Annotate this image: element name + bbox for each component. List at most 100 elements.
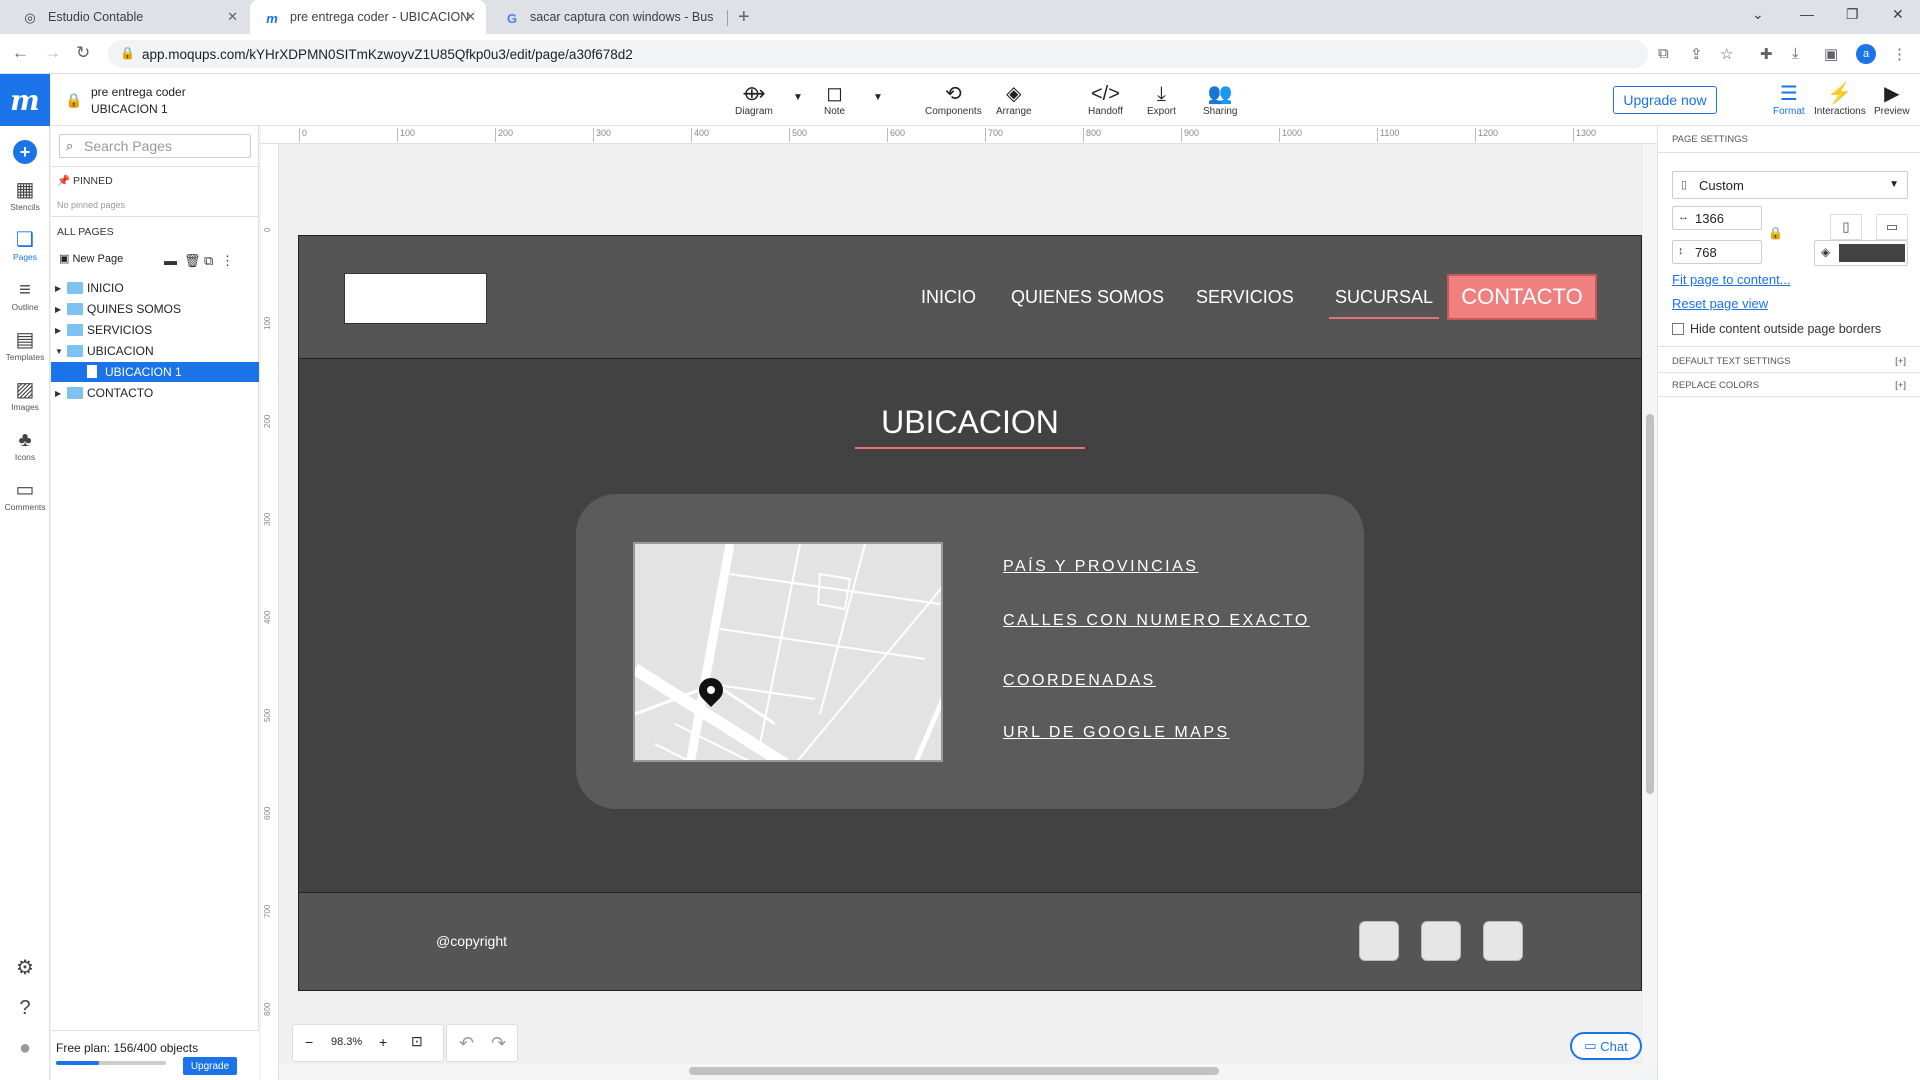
tree-item-quines-somos[interactable]: ▶ QUINES SOMOS <box>51 299 259 319</box>
menu-dots-icon[interactable]: ⋮ <box>1892 45 1907 63</box>
chat-button[interactable]: ▭ Chat <box>1570 1032 1642 1060</box>
reset-page-view-link[interactable]: Reset page view <box>1672 296 1768 311</box>
new-folder-icon[interactable]: ▬ <box>164 253 177 268</box>
restore-icon[interactable]: ❐ <box>1846 6 1859 23</box>
rail-stencils[interactable]: ▦ Stencils <box>0 178 50 212</box>
new-page-button[interactable]: ▣ New Page <box>59 252 123 265</box>
scroll-thumb[interactable] <box>1646 414 1654 794</box>
moqups-logo[interactable]: m <box>0 74 50 126</box>
rail-pages[interactable]: ❏ Pages <box>0 228 50 262</box>
reload-icon[interactable]: ↻ <box>76 43 90 63</box>
fit-screen-icon[interactable]: ⊡ <box>411 1033 423 1050</box>
more-icon[interactable]: ⋮ <box>221 253 234 269</box>
social-image-icon[interactable] <box>1359 921 1399 961</box>
url-field[interactable]: 🔒 app.moqups.com/kYHrXDPMN0SITmKzwoyvZ1U… <box>108 40 1648 68</box>
search-pages-input[interactable]: ⌕ Search Pages <box>59 134 251 158</box>
new-tab-plus-icon[interactable]: + <box>738 6 750 29</box>
profile-avatar[interactable]: a <box>1856 44 1876 64</box>
user-avatar[interactable]: ● <box>0 1036 50 1060</box>
components-tool[interactable]: ⟲ Components <box>925 82 982 117</box>
arrange-tool[interactable]: ◈ Arrange <box>996 82 1032 117</box>
extensions-icon[interactable]: ✚ <box>1760 45 1773 63</box>
share-icon[interactable]: ⇪ <box>1690 45 1703 63</box>
lock-icon[interactable]: 🔒 <box>65 92 82 109</box>
close-icon[interactable]: ✕ <box>465 9 476 25</box>
nav-quienes-somos[interactable]: QUIENES SOMOS <box>1011 287 1164 308</box>
expand-arrow-icon[interactable]: ▶ <box>55 326 61 335</box>
nav-inicio[interactable]: INICIO <box>921 287 976 308</box>
zoom-in-button[interactable]: + <box>379 1034 387 1050</box>
background-color-picker[interactable]: ◈ <box>1814 240 1908 266</box>
help-button[interactable]: ? <box>0 996 50 1020</box>
sidepanel-icon[interactable]: ▣ <box>1824 45 1838 63</box>
mockup-footer[interactable]: @copyright <box>299 892 1641 990</box>
upgrade-button[interactable]: Upgrade <box>183 1057 237 1075</box>
expand-arrow-icon[interactable]: ▶ <box>55 389 61 398</box>
chevron-down-icon[interactable]: ▼ <box>873 92 883 103</box>
translate-icon[interactable]: ⧉ <box>1658 45 1669 62</box>
browser-tab[interactable]: ◎ Estudio Contable ✕ <box>8 0 248 34</box>
rail-comments[interactable]: ▭ Comments <box>0 478 50 512</box>
interactions-tab[interactable]: ⚡ Interactions <box>1814 82 1866 117</box>
chevron-down-icon[interactable]: ▼ <box>793 92 803 103</box>
vertical-scrollbar[interactable] <box>1643 144 1657 1066</box>
preview-tab[interactable]: ▶ Preview <box>1874 82 1910 117</box>
browser-tab-active[interactable]: m pre entrega coder - UBICACION ✕ <box>250 0 486 34</box>
section-title[interactable]: UBICACION <box>855 404 1085 449</box>
tree-item-inicio[interactable]: ▶ INICIO <box>51 278 259 298</box>
hide-outside-checkbox[interactable]: Hide content outside page borders <box>1672 322 1881 336</box>
collapse-arrow-icon[interactable]: ▼ <box>55 347 63 356</box>
copyright-text[interactable]: @copyright <box>436 933 507 949</box>
page-size-select[interactable]: ▯ Custom ▼ <box>1672 171 1908 199</box>
sharing-tool[interactable]: 👥 Sharing <box>1203 82 1237 117</box>
rail-templates[interactable]: ▤ Templates <box>0 328 50 362</box>
format-tab[interactable]: ☰ Format <box>1773 82 1805 117</box>
redo-icon[interactable]: ↷ <box>491 1033 506 1054</box>
tree-item-ubicacion-1[interactable]: UBICACION 1 <box>51 362 259 382</box>
diagram-tool[interactable]: ⟴ Diagram <box>735 82 773 117</box>
contact-button[interactable]: CONTACTO <box>1447 274 1597 320</box>
nav-sucursal[interactable]: SUCURSAL <box>1329 287 1440 319</box>
rail-icons[interactable]: ♣ Icons <box>0 428 50 462</box>
fit-page-link[interactable]: Fit page to content... <box>1672 272 1791 287</box>
page-width-input[interactable]: ↔ 1366 <box>1672 206 1762 230</box>
landscape-icon[interactable]: ▭ <box>1876 214 1908 240</box>
checkbox[interactable] <box>1672 323 1684 335</box>
nav-servicios[interactable]: SERVICIOS <box>1196 287 1294 308</box>
map-image[interactable] <box>633 542 943 762</box>
replace-colors-heading[interactable]: REPLACE COLORS <box>1672 380 1759 391</box>
mockup-page[interactable]: INICIO QUIENES SOMOS SERVICIOS SUCURSAL … <box>298 235 1642 991</box>
export-tool[interactable]: ⤓ Export <box>1147 82 1176 117</box>
link-pais-provincias[interactable]: PAÍS Y PROVINCIAS <box>1003 558 1198 576</box>
scroll-thumb[interactable] <box>689 1067 1219 1075</box>
mockup-header[interactable]: INICIO QUIENES SOMOS SERVICIOS SUCURSAL … <box>299 236 1641 359</box>
rail-images[interactable]: ▨ Images <box>0 378 50 412</box>
trash-icon[interactable]: 🗑 <box>184 253 201 269</box>
window-close-icon[interactable]: ✕ <box>1892 6 1904 23</box>
expand-arrow-icon[interactable]: ▶ <box>55 305 61 314</box>
expand-toggle[interactable]: [+] <box>1895 380 1906 391</box>
tree-item-contacto[interactable]: ▶ CONTACTO <box>51 383 259 403</box>
social-image-icon[interactable] <box>1483 921 1523 961</box>
chevron-down-icon[interactable]: ⌄ <box>1752 6 1764 23</box>
expand-toggle[interactable]: [+] <box>1895 356 1906 367</box>
link-google-maps[interactable]: URL DE GOOGLE MAPS <box>1003 724 1230 742</box>
logo-placeholder[interactable] <box>344 273 487 324</box>
lock-ratio-icon[interactable]: 🔒 <box>1768 226 1783 240</box>
location-card[interactable]: PAÍS Y PROVINCIAS CALLES CON NUMERO EXAC… <box>576 494 1364 809</box>
minimize-icon[interactable]: — <box>1800 6 1814 22</box>
settings-button[interactable]: ⚙ <box>0 956 50 980</box>
download-icon[interactable]: ⤓ <box>1792 45 1799 62</box>
page-height-input[interactable]: ↕ 768 <box>1672 240 1762 264</box>
link-calles[interactable]: CALLES CON NUMERO EXACTO <box>1003 612 1310 630</box>
back-icon[interactable]: ← <box>12 43 29 63</box>
upgrade-now-button[interactable]: Upgrade now <box>1613 86 1717 114</box>
add-icon[interactable]: + <box>13 140 37 164</box>
note-tool[interactable]: ◻ Note <box>824 82 845 117</box>
portrait-icon[interactable]: ▯ <box>1830 214 1862 240</box>
social-image-icon[interactable] <box>1421 921 1461 961</box>
tree-item-servicios[interactable]: ▶ SERVICIOS <box>51 320 259 340</box>
expand-arrow-icon[interactable]: ▶ <box>55 284 61 293</box>
link-coordenadas[interactable]: COORDENADAS <box>1003 672 1156 690</box>
horizontal-scrollbar[interactable] <box>279 1064 1643 1078</box>
